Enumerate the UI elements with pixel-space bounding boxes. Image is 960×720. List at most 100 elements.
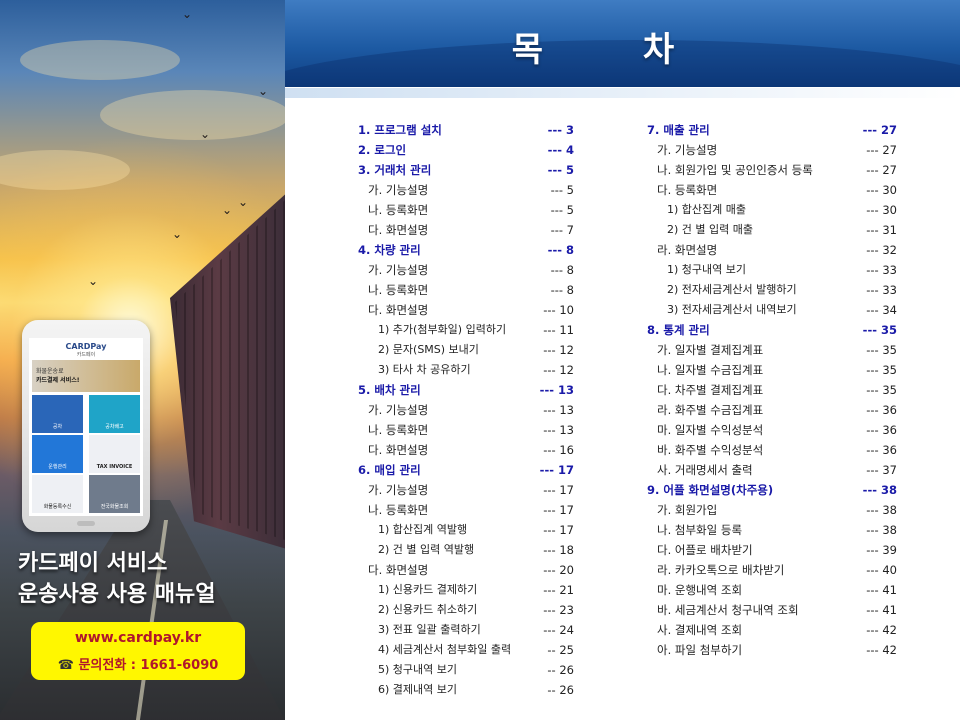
phone-screen: CARDPay 카드페이 화물운송료 카드결제 서비스! 공차 공차배고 운행관… <box>29 338 143 516</box>
toc-entry-page: --- 41 <box>866 603 897 617</box>
toc-entry[interactable]: 바. 세금계산서 청구내역 조회 --- 41 <box>647 600 899 620</box>
toc-entry-label: 2. 로그인 <box>358 143 407 157</box>
toc-entry[interactable]: 4. 차량 관리 --- 8 <box>358 240 584 260</box>
toc-entry[interactable]: 나. 등록화면 --- 8 <box>358 280 584 300</box>
toc-entry[interactable]: 다. 화면설명 --- 7 <box>358 220 584 240</box>
toc-entry-label: 라. 화주별 수금집계표 <box>657 403 764 417</box>
toc-entry[interactable]: 1) 청구내역 보기 --- 33 <box>647 260 899 280</box>
toc-entry-label: 나. 등록화면 <box>368 283 429 297</box>
toc-entry-page: --- 33 <box>866 263 897 277</box>
toc-entry[interactable]: 다. 화면설명 --- 10 <box>358 300 584 320</box>
toc-entry[interactable]: 1) 신용카드 결제하기 --- 21 <box>358 580 584 600</box>
toc-entry[interactable]: 2) 전자세금계산서 발행하기 --- 33 <box>647 280 899 300</box>
toc-entry[interactable]: 3) 타사 차 공유하기 --- 12 <box>358 360 584 380</box>
toc-entry[interactable]: 7. 매출 관리 --- 27 <box>647 120 899 140</box>
page-header: 목 차 <box>285 0 960 87</box>
toc-entry[interactable]: 라. 화주별 수금집계표 --- 36 <box>647 400 899 420</box>
toc-entry[interactable]: 아. 파일 첨부하기 --- 42 <box>647 640 899 660</box>
toc-entry[interactable]: 3) 전자세금계산서 내역보기 --- 34 <box>647 300 899 320</box>
app-tile: 화물등록수신 <box>32 475 83 513</box>
toc-entry[interactable]: 9. 어플 화면설명(차주용) --- 38 <box>647 480 899 500</box>
toc-entry[interactable]: 1. 프로그램 설치 --- 3 <box>358 120 584 140</box>
toc-entry-page: --- 5 <box>547 163 574 177</box>
app-brand: CARDPay <box>65 342 107 351</box>
toc-entry[interactable]: 나. 첨부화일 등록 --- 38 <box>647 520 899 540</box>
toc-entry-label: 가. 회원가입 <box>657 503 718 517</box>
toc-entry[interactable]: 2. 로그인 --- 4 <box>358 140 584 160</box>
contact-phone: ☎ 문의전화 : 1661-6090 <box>31 654 245 673</box>
website-link[interactable]: www.cardpay.kr <box>31 630 245 646</box>
toc-entry[interactable]: 가. 일자별 결제집계표 --- 35 <box>647 340 899 360</box>
toc-entry[interactable]: 4) 세금계산서 첨부화일 출력 -- 25 <box>358 640 584 660</box>
toc-entry-page: --- 38 <box>862 483 897 497</box>
toc-entry-page: --- 5 <box>550 203 574 217</box>
toc-entry-page: --- 38 <box>866 523 897 537</box>
toc-entry-page: --- 36 <box>866 443 897 457</box>
toc-entry-page: --- 8 <box>550 263 574 277</box>
toc-entry[interactable]: 2) 건 별 입력 역발행 --- 18 <box>358 540 584 560</box>
toc-entry[interactable]: 다. 화면설명 --- 20 <box>358 560 584 580</box>
toc-entry[interactable]: 2) 건 별 입력 매출 --- 31 <box>647 220 899 240</box>
toc-entry[interactable]: 5. 배차 관리 --- 13 <box>358 380 584 400</box>
toc-entry[interactable]: 가. 기능설명 --- 5 <box>358 180 584 200</box>
toc-entry[interactable]: 나. 등록화면 --- 13 <box>358 420 584 440</box>
toc-entry-page: --- 20 <box>543 563 574 577</box>
toc-entry[interactable]: 사. 거래명세서 출력 --- 37 <box>647 460 899 480</box>
toc-entry-page: --- 41 <box>866 583 897 597</box>
toc-entry-page: --- 33 <box>866 283 897 297</box>
toc-entry-page: --- 42 <box>866 643 897 657</box>
toc-entry-label: 2) 신용카드 취소하기 <box>378 603 478 616</box>
toc-entry-label: 다. 화면설명 <box>368 563 429 577</box>
toc-entry[interactable]: 사. 결제내역 조회 --- 42 <box>647 620 899 640</box>
toc-entry-page: --- 23 <box>543 603 574 617</box>
toc-entry[interactable]: 나. 등록화면 --- 17 <box>358 500 584 520</box>
toc-entry[interactable]: 3. 거래처 관리 --- 5 <box>358 160 584 180</box>
bird-icon: ⌄ <box>238 195 249 209</box>
toc-entry-page: --- 12 <box>543 343 574 357</box>
toc-entry[interactable]: 6) 결제내역 보기 -- 26 <box>358 680 584 700</box>
toc-entry[interactable]: 3) 전표 일괄 출력하기 --- 24 <box>358 620 584 640</box>
toc-entry[interactable]: 나. 회원가입 및 공인인증서 등록 --- 27 <box>647 160 899 180</box>
toc-entry[interactable]: 나. 일자별 수금집계표 --- 35 <box>647 360 899 380</box>
toc-entry[interactable]: 다. 화면설명 --- 16 <box>358 440 584 460</box>
toc-entry-page: --- 35 <box>866 383 897 397</box>
toc-entry-page: -- 25 <box>547 643 574 657</box>
phone-text: 문의전화 : 1661-6090 <box>78 658 219 673</box>
toc-entry[interactable]: 라. 화면설명 --- 32 <box>647 240 899 260</box>
toc-entry-label: 6) 결제내역 보기 <box>378 683 458 696</box>
toc-entry[interactable]: 마. 운행내역 조회 --- 41 <box>647 580 899 600</box>
toc-entry-page: --- 8 <box>550 283 574 297</box>
toc-entry[interactable]: 6. 매입 관리 --- 17 <box>358 460 584 480</box>
toc-entry[interactable]: 마. 일자별 수익성분석 --- 36 <box>647 420 899 440</box>
toc-entry[interactable]: 2) 문자(SMS) 보내기 --- 12 <box>358 340 584 360</box>
toc-entry[interactable]: 1) 합산집계 매출 --- 30 <box>647 200 899 220</box>
toc-entry[interactable]: 가. 기능설명 --- 13 <box>358 400 584 420</box>
app-banner-line2: 카드결제 서비스! <box>36 377 80 384</box>
toc-entry[interactable]: 다. 등록화면 --- 30 <box>647 180 899 200</box>
toc-entry[interactable]: 2) 신용카드 취소하기 --- 23 <box>358 600 584 620</box>
toc-entry[interactable]: 가. 기능설명 --- 8 <box>358 260 584 280</box>
toc-entry-page: -- 26 <box>547 683 574 697</box>
toc-entry[interactable]: 다. 어플로 배차받기 --- 39 <box>647 540 899 560</box>
toc-entry-label: 7. 매출 관리 <box>647 123 710 137</box>
toc-entry[interactable]: 가. 회원가입 --- 38 <box>647 500 899 520</box>
toc-entry[interactable]: 1) 합산집계 역발행 --- 17 <box>358 520 584 540</box>
toc-entry-label: 1) 합산집계 역발행 <box>378 523 468 536</box>
toc-entry[interactable]: 가. 기능설명 --- 17 <box>358 480 584 500</box>
header-stripe <box>285 88 960 98</box>
toc-entry[interactable]: 바. 화주별 수익성분석 --- 36 <box>647 440 899 460</box>
toc-entry-label: 8. 통계 관리 <box>647 323 710 337</box>
toc-entry[interactable]: 1) 추가(첨부화일) 입력하기 --- 11 <box>358 320 584 340</box>
toc-entry[interactable]: 8. 통계 관리 --- 35 <box>647 320 899 340</box>
toc-entry-label: 마. 운행내역 조회 <box>657 583 743 597</box>
toc-entry-page: --- 10 <box>543 303 574 317</box>
toc-entry-label: 아. 파일 첨부하기 <box>657 643 743 657</box>
toc-entry[interactable]: 5) 청구내역 보기 -- 26 <box>358 660 584 680</box>
toc-entry[interactable]: 라. 카카오톡으로 배차받기 --- 40 <box>647 560 899 580</box>
toc-entry[interactable]: 가. 기능설명 --- 27 <box>647 140 899 160</box>
toc-entry-label: 4. 차량 관리 <box>358 243 421 257</box>
toc-entry[interactable]: 다. 차주별 결제집계표 --- 35 <box>647 380 899 400</box>
toc-entry-page: --- 39 <box>866 543 897 557</box>
bird-icon: ⌄ <box>88 274 99 288</box>
toc-entry[interactable]: 나. 등록화면 --- 5 <box>358 200 584 220</box>
